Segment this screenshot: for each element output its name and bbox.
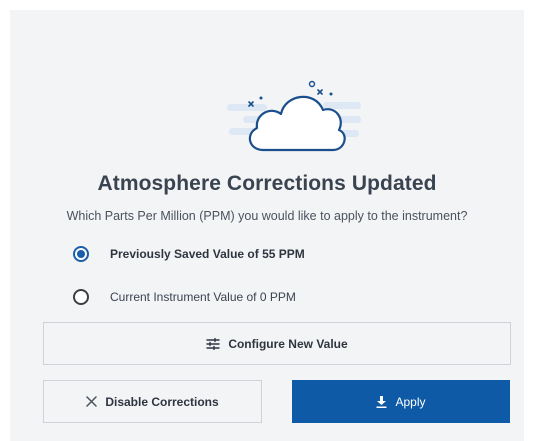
disable-button-label: Disable Corrections: [105, 394, 219, 409]
close-icon: [86, 396, 98, 407]
cloud-icon: [227, 80, 361, 152]
apply-button-label: Apply: [395, 394, 426, 409]
option-label: Previously Saved Value of 55 PPM: [110, 247, 305, 261]
radio-dot: [77, 250, 85, 258]
apply-button[interactable]: Apply: [292, 380, 510, 423]
dialog-panel: Atmosphere Corrections Updated Which Par…: [10, 10, 524, 441]
option-label: Current Instrument Value of 0 PPM: [110, 290, 296, 304]
configure-new-value-button[interactable]: Configure New Value: [43, 322, 511, 365]
disable-corrections-button[interactable]: Disable Corrections: [43, 380, 262, 423]
sliders-icon: [206, 337, 221, 350]
radio-button[interactable]: [73, 289, 89, 305]
dialog-subtitle: Which Parts Per Million (PPM) you would …: [66, 209, 468, 223]
radio-button-selected[interactable]: [73, 246, 89, 262]
option-current-instrument[interactable]: Current Instrument Value of 0 PPM: [73, 286, 296, 308]
dialog-title: Atmosphere Corrections Updated: [97, 172, 437, 195]
download-icon: [376, 395, 387, 408]
option-previously-saved[interactable]: Previously Saved Value of 55 PPM: [73, 243, 305, 265]
configure-button-label: Configure New Value: [228, 336, 348, 351]
